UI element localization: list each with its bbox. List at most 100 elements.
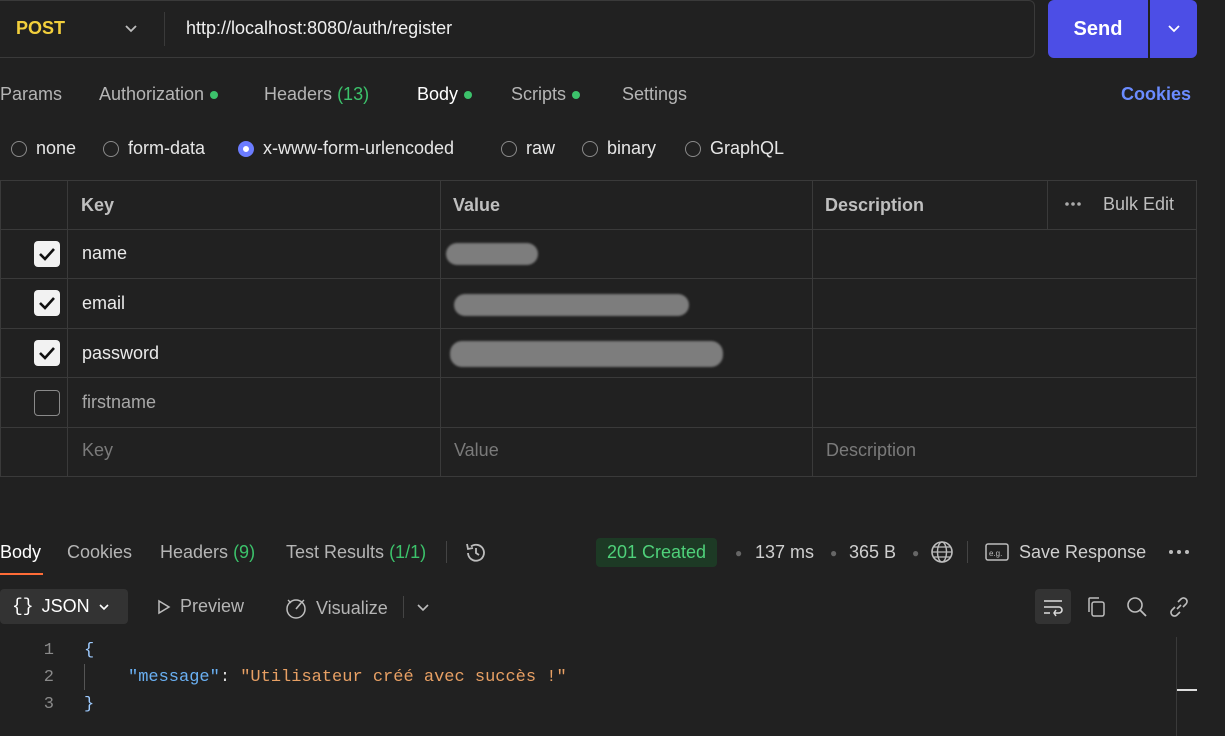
separator-dot-icon: ● [912, 546, 920, 560]
wrap-icon [1044, 599, 1063, 616]
radio-none[interactable]: none [11, 138, 76, 159]
radio-circle [11, 140, 27, 157]
divider [446, 541, 447, 563]
format-select[interactable]: {} JSON [0, 589, 128, 624]
scrollbar-track[interactable] [1176, 637, 1177, 736]
history-icon[interactable] [463, 540, 489, 566]
link-icon[interactable] [1167, 595, 1191, 619]
radio-circle [501, 140, 517, 157]
new-value-input[interactable]: Value [454, 440, 499, 461]
more-options-icon[interactable] [1064, 199, 1082, 209]
separator-dot-icon: ● [735, 546, 743, 560]
tab-body[interactable]: Body [417, 84, 473, 105]
tab-settings[interactable]: Settings [622, 84, 687, 105]
radio-raw[interactable]: raw [501, 138, 555, 159]
radio-graphql[interactable]: GraphQL [685, 138, 784, 159]
preview-button[interactable]: Preview [156, 596, 244, 617]
tab-params[interactable]: Params [0, 84, 62, 105]
row-key[interactable]: firstname [82, 392, 156, 413]
redacted-value[interactable] [450, 341, 723, 367]
line-number: 3 [43, 695, 54, 714]
url-bar [0, 0, 1035, 58]
svg-text:e.g.: e.g. [989, 549, 1002, 558]
globe-icon[interactable] [930, 540, 954, 564]
tab-scripts[interactable]: Scripts [511, 84, 581, 105]
row-key[interactable]: password [82, 343, 159, 364]
save-example-icon: e.g. [985, 543, 1009, 561]
new-key-input[interactable]: Key [82, 440, 113, 461]
chevron-down-icon [99, 603, 109, 610]
redacted-value[interactable] [446, 243, 538, 265]
send-button[interactable]: Send [1048, 0, 1148, 58]
col-divider [1047, 180, 1048, 229]
search-icon[interactable] [1125, 595, 1149, 619]
status-badge: 201 Created [596, 538, 718, 567]
checkmark-icon [39, 347, 55, 360]
braces-icon: {} [12, 596, 34, 617]
indent-guide [84, 664, 85, 690]
json-open-brace: { [84, 641, 95, 660]
row-checkbox[interactable] [34, 241, 60, 267]
visualize-button[interactable]: Visualize [284, 596, 388, 620]
divider [403, 596, 404, 618]
response-tab-test-results[interactable]: Test Results (1/1) [286, 542, 426, 563]
response-tab-cookies[interactable]: Cookies [67, 542, 132, 563]
row-checkbox[interactable] [34, 290, 60, 316]
more-options-icon[interactable] [1168, 547, 1190, 557]
radio-circle [685, 140, 701, 157]
json-line: "message": "Utilisateur créé avec succès… [128, 668, 567, 687]
row-key[interactable]: name [82, 243, 127, 264]
visualize-icon [286, 599, 306, 619]
header-key: Key [81, 195, 115, 215]
line-number: 1 [43, 641, 54, 660]
response-time: 137 ms [755, 542, 815, 562]
row-checkbox[interactable] [34, 340, 60, 366]
copy-icon[interactable] [1084, 595, 1108, 619]
redacted-value[interactable] [454, 294, 689, 316]
row-checkbox[interactable] [34, 390, 60, 416]
send-options-button[interactable] [1150, 0, 1197, 58]
save-response-button[interactable]: Save Response [1019, 542, 1146, 563]
line-number: 2 [43, 668, 54, 687]
checkmark-icon [39, 297, 55, 310]
row-key[interactable]: email [82, 293, 125, 314]
row-divider [0, 278, 1197, 279]
response-tab-headers[interactable]: Headers (9) [160, 542, 255, 563]
divider [967, 541, 968, 563]
row-divider [0, 427, 1197, 428]
col-divider [812, 180, 813, 477]
col-divider [440, 180, 441, 477]
play-icon [158, 599, 171, 614]
active-tab-indicator [0, 573, 43, 575]
method-select[interactable]: POST [16, 18, 65, 39]
url-input[interactable]: http://localhost:8080/auth/register [186, 18, 452, 39]
header-value: Value [453, 195, 501, 215]
radio-binary[interactable]: binary [582, 138, 656, 159]
status-dot-icon [210, 91, 219, 100]
radio-circle-selected [238, 140, 254, 157]
chevron-down-icon[interactable] [124, 22, 138, 36]
radio-circle [103, 140, 119, 157]
status-dot-icon [464, 91, 473, 100]
new-description-input[interactable]: Description [826, 440, 916, 461]
scrollbar-thumb[interactable] [1177, 689, 1197, 691]
status-dot-icon [572, 91, 581, 100]
checkmark-icon [39, 248, 55, 261]
wrap-lines-button[interactable] [1035, 589, 1071, 624]
row-divider [0, 229, 1197, 230]
cookies-link[interactable]: Cookies [1121, 84, 1191, 105]
header-description: Description [825, 195, 925, 215]
response-tab-body[interactable]: Body [0, 542, 41, 563]
col-divider [67, 180, 68, 477]
json-close-brace: } [84, 695, 95, 714]
radio-form-data[interactable]: form-data [103, 138, 205, 159]
radio-circle [582, 140, 598, 157]
radio-x-www-form-urlencoded[interactable]: x-www-form-urlencoded [238, 138, 454, 159]
tab-headers[interactable]: Headers (13) [264, 84, 369, 105]
chevron-down-icon [1167, 25, 1180, 33]
chevron-down-icon[interactable] [416, 601, 430, 615]
separator-dot-icon: ● [830, 546, 838, 560]
bulk-edit-button[interactable]: Bulk Edit [1103, 194, 1174, 215]
row-divider [0, 377, 1197, 378]
tab-authorization[interactable]: Authorization [99, 84, 219, 105]
